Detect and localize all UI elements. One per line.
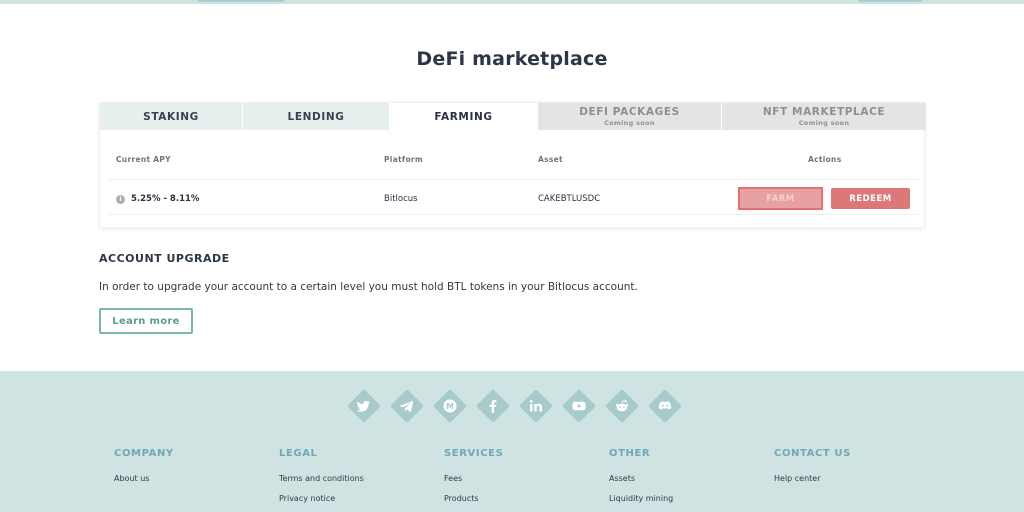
tab-coming-soon: Coming soon	[798, 119, 850, 127]
telegram-icon[interactable]	[390, 389, 424, 423]
account-upgrade-description: In order to upgrade your account to a ce…	[99, 281, 638, 293]
apy-value: 5.25% - 8.11%	[131, 194, 200, 204]
footer-column-company: COMPANY About us	[114, 448, 174, 494]
tab-label: NFT MARKETPLACE	[762, 106, 886, 118]
footer-column-legal: LEGAL Terms and conditions Privacy notic…	[279, 448, 364, 512]
nav-element-left[interactable]	[198, 0, 284, 2]
info-icon[interactable]: i	[116, 194, 125, 204]
tab-coming-soon: Coming soon	[604, 119, 655, 127]
tab-label: STAKING	[143, 110, 199, 123]
column-header-actions: Actions	[808, 155, 842, 164]
tab-label: LENDING	[287, 110, 345, 123]
tab-staking[interactable]: STAKING	[100, 103, 243, 130]
medium-icon[interactable]: M	[433, 389, 467, 423]
column-header-apy: Current APY	[116, 155, 171, 164]
tab-label: FARMING	[434, 110, 493, 123]
nav-element-right[interactable]	[858, 0, 922, 2]
footer-link-about-us[interactable]: About us	[114, 474, 174, 483]
footer-link-products[interactable]: Products	[444, 494, 503, 503]
table-row: i 5.25% - 8.11% Bitlocus CAKEBTLUSDC FAR…	[108, 179, 918, 215]
tab-lending[interactable]: LENDING	[243, 103, 390, 130]
platform-cell: Bitlocus	[384, 194, 418, 204]
redeem-button[interactable]: REDEEM	[831, 188, 910, 209]
apy-cell: i 5.25% - 8.11%	[116, 194, 199, 204]
tab-label: DEFI PACKAGES	[579, 106, 680, 118]
footer-heading: SERVICES	[444, 448, 504, 459]
footer-link-privacy[interactable]: Privacy notice	[279, 494, 364, 503]
footer-link-liquidity-mining[interactable]: Liquidity mining	[609, 494, 673, 503]
footer-link-fees[interactable]: Fees	[444, 474, 503, 483]
asset-cell: CAKEBTLUSDC	[538, 194, 601, 204]
discord-icon[interactable]	[648, 389, 682, 423]
column-header-asset: Asset	[538, 155, 563, 164]
footer-column-contact: CONTACT US Help center	[774, 448, 851, 494]
footer-heading: OTHER	[609, 448, 651, 459]
tab-farming[interactable]: FARMING	[390, 103, 538, 130]
linkedin-icon[interactable]	[519, 389, 553, 423]
page-title: DeFi marketplace	[416, 48, 608, 70]
twitter-icon[interactable]	[347, 389, 381, 423]
footer-column-other: OTHER Assets Liquidity mining	[609, 448, 673, 512]
table-header: Current APY Platform Asset Actions	[116, 155, 910, 167]
learn-more-button[interactable]: Learn more	[99, 308, 193, 334]
footer-link-help-center[interactable]: Help center	[774, 474, 851, 483]
account-upgrade-title: ACCOUNT UPGRADE	[99, 252, 230, 265]
social-links: M	[347, 389, 683, 423]
footer-column-services: SERVICES Fees Products	[444, 448, 503, 512]
tab-nft-marketplace: NFT MARKETPLACE Coming soon	[722, 103, 926, 130]
footer-link-assets[interactable]: Assets	[609, 474, 673, 483]
footer: M COMPANY About us LEGAL Terms and condi…	[0, 371, 1024, 512]
defi-marketplace-panel: STAKING LENDING FARMING DEFI PACKAGES Co…	[99, 102, 926, 228]
column-header-platform: Platform	[384, 155, 424, 164]
footer-heading: COMPANY	[114, 448, 174, 459]
svg-text:M: M	[446, 402, 453, 411]
top-navigation-strip	[0, 0, 1024, 4]
youtube-icon[interactable]	[562, 389, 596, 423]
reddit-icon[interactable]	[605, 389, 639, 423]
footer-heading: CONTACT US	[774, 448, 851, 459]
facebook-icon[interactable]	[476, 389, 510, 423]
footer-heading: LEGAL	[279, 448, 318, 459]
footer-link-terms[interactable]: Terms and conditions	[279, 474, 364, 483]
tab-defi-packages: DEFI PACKAGES Coming soon	[538, 103, 722, 130]
marketplace-tabs: STAKING LENDING FARMING DEFI PACKAGES Co…	[100, 103, 926, 130]
farm-button[interactable]: FARM	[738, 187, 823, 210]
